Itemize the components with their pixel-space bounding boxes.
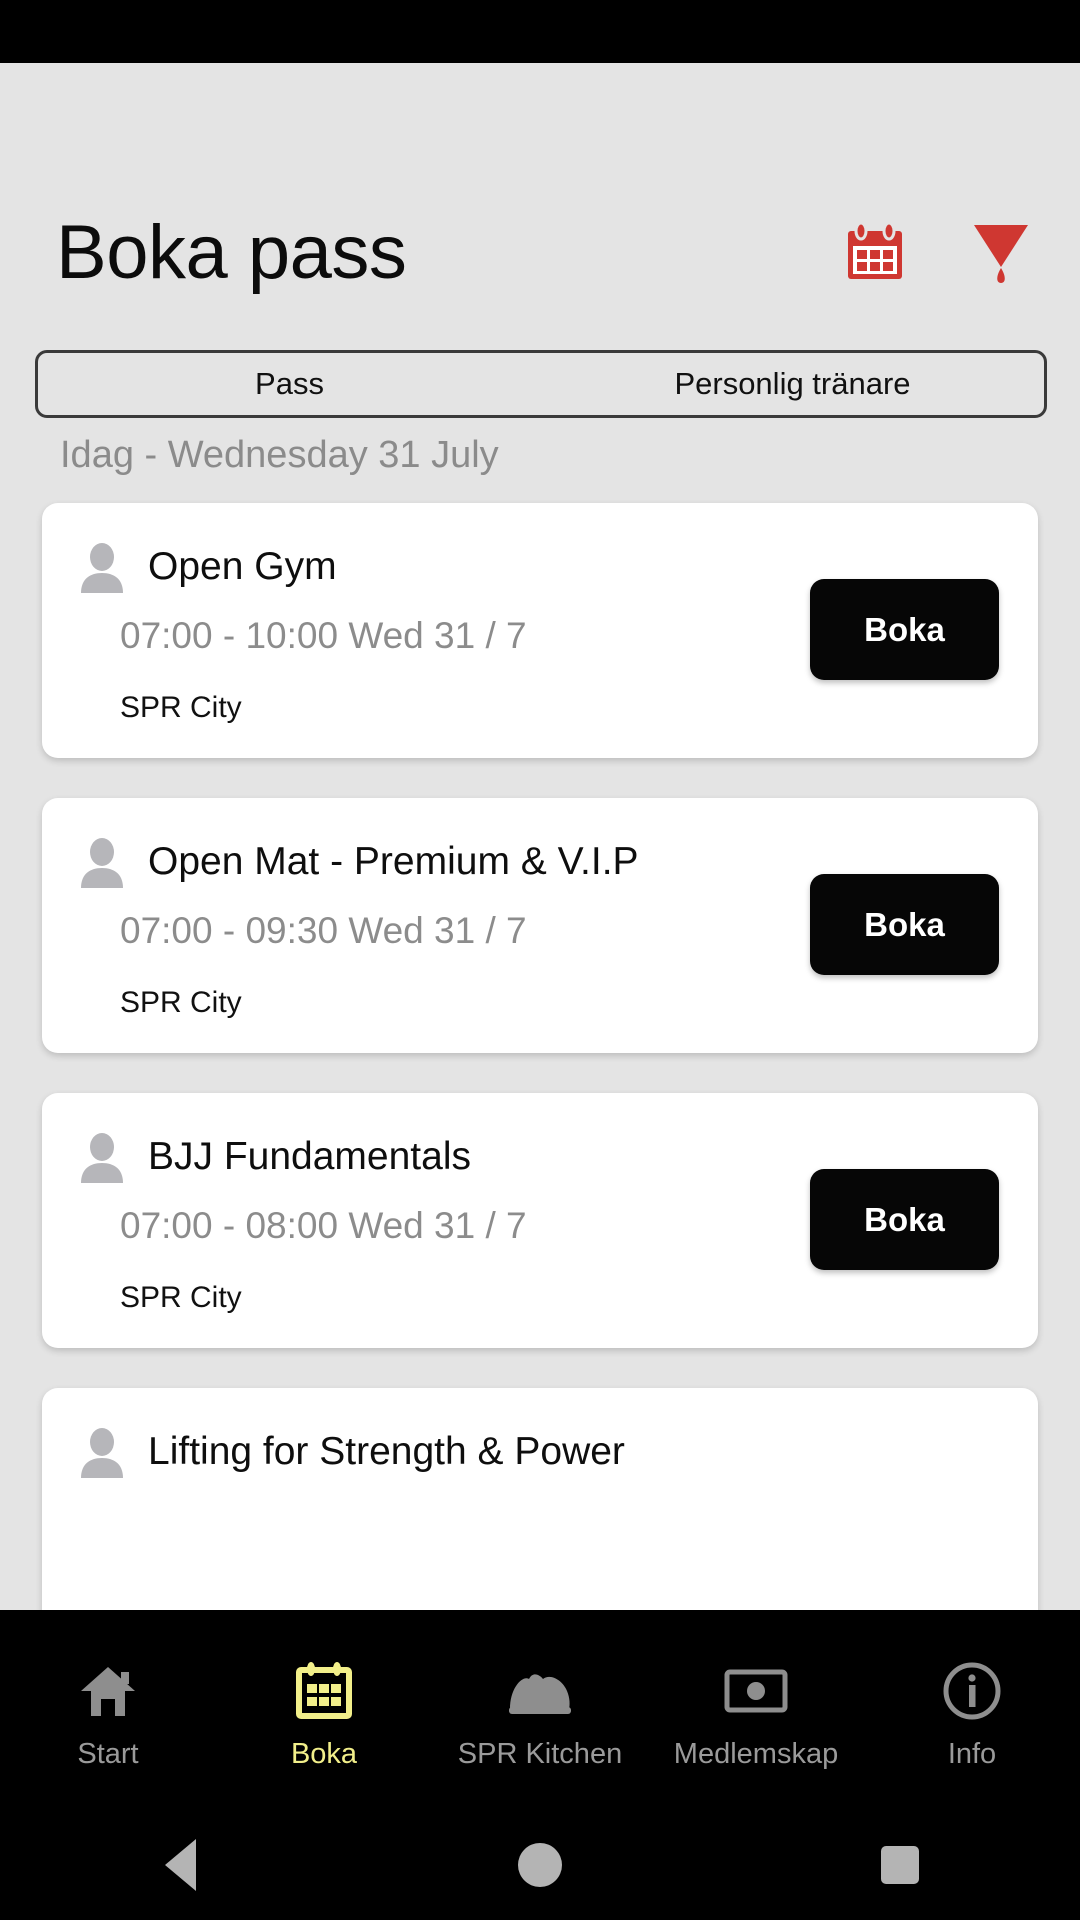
book-button[interactable]: Boka xyxy=(810,579,999,680)
class-card[interactable]: Lifting for Strength & Power xyxy=(42,1388,1038,1643)
tab-label: Boka xyxy=(290,1737,358,1770)
tab-label: Start xyxy=(77,1737,139,1770)
phone-screen: Boka pass Pass Personlig tränare Idag - … xyxy=(0,0,1080,1920)
tab-label: SPR Kitchen xyxy=(457,1737,623,1770)
class-time: 07:00 - 08:00 Wed 31 / 7 xyxy=(120,1205,527,1246)
segmented-control: Pass Personlig tränare xyxy=(35,350,1047,418)
calendar-icon xyxy=(293,1660,355,1722)
class-list: Open Gym 07:00 - 10:00 Wed 31 / 7 SPR Ci… xyxy=(0,503,1080,1653)
class-card[interactable]: BJJ Fundamentals 07:00 - 08:00 Wed 31 / … xyxy=(42,1093,1038,1348)
info-circle-icon xyxy=(942,1660,1002,1722)
membership-card-icon xyxy=(723,1660,789,1722)
tab-label: Info xyxy=(947,1737,997,1770)
bottom-tab-bar: Start Boka SPR Kitchen Medlemskap Info xyxy=(0,1610,1080,1810)
person-avatar-icon xyxy=(78,1131,126,1183)
class-location: SPR City xyxy=(120,986,242,1019)
class-location: SPR City xyxy=(120,691,242,724)
class-location: SPR City xyxy=(120,1281,242,1314)
class-time: 07:00 - 10:00 Wed 31 / 7 xyxy=(120,615,527,656)
tab-boka[interactable]: Boka xyxy=(216,1650,432,1771)
book-button[interactable]: Boka xyxy=(810,874,999,975)
filter-funnel-icon[interactable] xyxy=(970,219,1032,287)
person-avatar-icon xyxy=(78,541,126,593)
class-card[interactable]: Open Mat - Premium & V.I.P 07:00 - 09:30… xyxy=(42,798,1038,1053)
food-dome-icon xyxy=(507,1660,573,1722)
tab-start[interactable]: Start xyxy=(0,1650,216,1771)
recents-square-icon[interactable] xyxy=(720,1846,1080,1884)
class-title: Lifting for Strength & Power xyxy=(148,1430,625,1473)
book-button[interactable]: Boka xyxy=(810,1169,999,1270)
date-label: Idag - Wednesday 31 July xyxy=(60,434,499,476)
app-content: Boka pass Pass Personlig tränare Idag - … xyxy=(0,63,1080,1653)
page-title: Boka pass xyxy=(56,210,407,295)
header-actions xyxy=(842,219,1032,287)
class-card-header: Lifting for Strength & Power xyxy=(42,1388,1038,1478)
class-title: Open Mat - Premium & V.I.P xyxy=(148,840,639,883)
person-avatar-icon xyxy=(78,836,126,888)
home-circle-icon[interactable] xyxy=(360,1843,720,1887)
tab-personlig-tranare[interactable]: Personlig tränare xyxy=(541,353,1044,415)
tab-medlemskap[interactable]: Medlemskap xyxy=(648,1650,864,1771)
back-triangle-icon[interactable] xyxy=(0,1839,360,1891)
tab-pass[interactable]: Pass xyxy=(38,353,541,415)
class-card[interactable]: Open Gym 07:00 - 10:00 Wed 31 / 7 SPR Ci… xyxy=(42,503,1038,758)
tab-info[interactable]: Info xyxy=(864,1650,1080,1771)
status-bar xyxy=(0,0,1080,63)
home-icon xyxy=(77,1660,139,1722)
calendar-icon[interactable] xyxy=(842,221,908,284)
person-avatar-icon xyxy=(78,1426,126,1478)
android-navigation-bar xyxy=(0,1810,1080,1920)
tab-spr-kitchen[interactable]: SPR Kitchen xyxy=(432,1650,648,1771)
class-title: BJJ Fundamentals xyxy=(148,1135,471,1178)
class-time: 07:00 - 09:30 Wed 31 / 7 xyxy=(120,910,527,951)
class-title: Open Gym xyxy=(148,545,337,588)
tab-label: Medlemskap xyxy=(673,1737,839,1770)
app-header: Boka pass xyxy=(0,193,1080,313)
